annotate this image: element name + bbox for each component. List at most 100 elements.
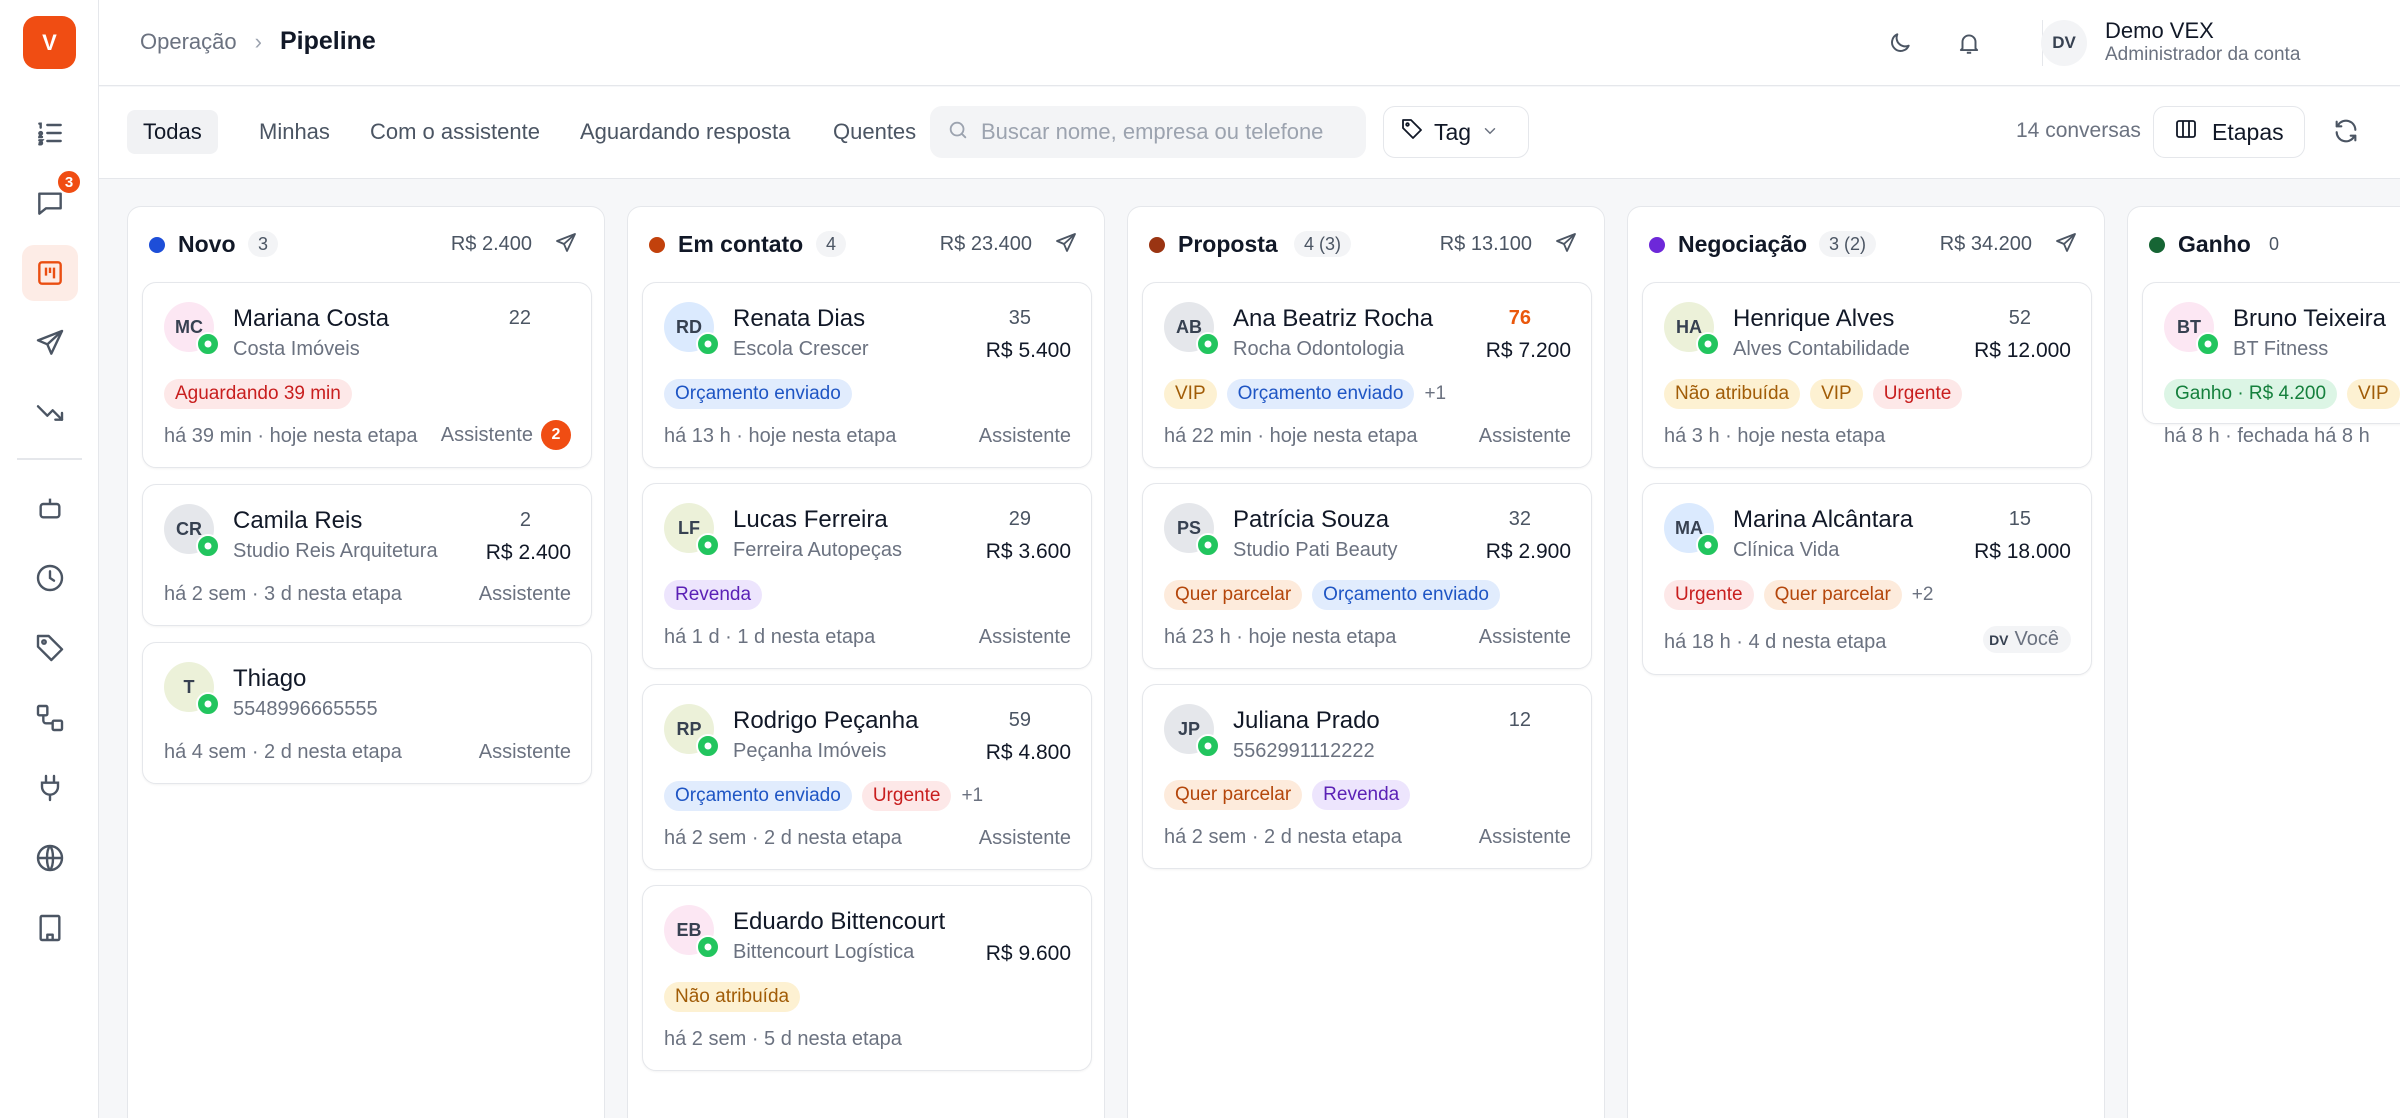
filter-toolbar: Todas Minhas Com o assistente Aguardando…	[99, 87, 2400, 179]
refresh-icon[interactable]	[2332, 117, 2360, 150]
more-tags-count[interactable]: +1	[961, 785, 983, 807]
lead-card[interactable]: EB Eduardo Bittencourt Bittencourt Logís…	[642, 885, 1092, 1071]
nav-pipeline-icon[interactable]	[22, 245, 78, 301]
column-header: Em contato 4 R$ 23.400	[628, 207, 1104, 277]
contact-phone: 5562991112222	[1233, 740, 1375, 762]
tag-filter-label: Tag	[1434, 118, 1472, 145]
tag-list: Quer parcelar Revenda	[1164, 780, 1411, 810]
user-role: Administrador da conta	[2105, 44, 2301, 65]
column-title: Proposta	[1178, 231, 1278, 257]
tab-todas[interactable]: Todas	[127, 110, 218, 154]
nav-plug-icon[interactable]	[22, 760, 78, 816]
stages-button[interactable]: Etapas	[2153, 106, 2305, 158]
contact-name: Lucas Ferreira	[733, 506, 888, 533]
stage-column-proposta: Proposta 4 (3) R$ 13.100 AB Ana Beatriz …	[1127, 206, 1605, 1118]
top-header: Operação › Pipeline DV Demo VEX Administ…	[99, 0, 2400, 86]
lead-card[interactable]: BT Bruno Teixeira BT Fitness Ganho · R$ …	[2142, 282, 2400, 447]
sidebar-divider	[17, 458, 82, 460]
card-footer: há 2 sem · 2 d nesta etapa	[664, 827, 902, 849]
tag-list: Orçamento enviado	[664, 379, 852, 409]
contact-name: Bruno Teixeira	[2233, 305, 2386, 332]
avatar: LF	[664, 503, 720, 557]
lead-card[interactable]: PS Patrícia Souza Studio Pati Beauty 32 …	[1142, 483, 1592, 669]
nav-chat-icon[interactable]: 3	[22, 169, 82, 231]
breadcrumb: Operação › Pipeline	[140, 27, 376, 56]
nav-tag-icon[interactable]	[22, 620, 78, 676]
contact-name: Camila Reis	[233, 507, 363, 534]
more-tags-count[interactable]: +1	[1424, 383, 1446, 405]
card-owner: DV Você	[1983, 626, 2071, 653]
nav-workflow-icon[interactable]	[22, 690, 78, 746]
nav-building-icon[interactable]	[22, 900, 78, 956]
lead-card[interactable]: RP Rodrigo Peçanha Peçanha Imóveis 59 R$…	[642, 684, 1092, 870]
nav-trend-icon[interactable]	[22, 385, 78, 441]
user-name[interactable]: Demo VEX	[2105, 18, 2214, 44]
tag-list: Não atribuída VIP Urgente	[1664, 379, 1963, 409]
whatsapp-icon	[1696, 533, 1720, 557]
pipeline-board: Novo 3 R$ 2.400 MC Mariana Costa Costa I…	[99, 180, 2400, 1118]
card-footer: há 3 h · hoje nesta etapa	[1664, 425, 1886, 447]
tag-filter-button[interactable]: Tag	[1383, 106, 1529, 158]
contact-name: Patrícia Souza	[1233, 506, 1390, 533]
lead-card[interactable]: AB Ana Beatriz Rocha Rocha Odontologia 7…	[1142, 282, 1592, 468]
contact-company: Studio Reis Arquitetura	[233, 540, 438, 562]
tag-list: Revenda	[664, 580, 763, 610]
moon-icon[interactable]	[1883, 26, 1917, 60]
lead-score: 35	[1008, 307, 1031, 329]
lead-card[interactable]: MA Marina Alcântara Clínica Vida 15 R$ 1…	[1642, 483, 2092, 675]
lead-card[interactable]: MC Mariana Costa Costa Imóveis 22 Aguard…	[142, 282, 592, 468]
bell-icon[interactable]	[1952, 26, 1986, 60]
tag-chip: Urgente	[1664, 580, 1754, 610]
lead-card[interactable]: T Thiago 5548996665555 há 4 sem · 2 d ne…	[142, 642, 592, 784]
contact-company: Rocha Odontologia	[1233, 338, 1405, 360]
avatar: JP	[1164, 704, 1220, 758]
tab-quentes[interactable]: Quentes	[817, 110, 932, 154]
nav-globe-icon[interactable]	[22, 830, 78, 886]
nav-bot-icon[interactable]	[22, 480, 78, 536]
whatsapp-icon	[696, 935, 720, 959]
column-header: Proposta 4 (3) R$ 13.100	[1128, 207, 1604, 277]
tag-chip: Urgente	[1872, 379, 1963, 409]
column-title: Novo	[178, 231, 236, 257]
column-count: 3 (2)	[1819, 231, 1877, 257]
lead-card[interactable]: HA Henrique Alves Alves Contabilidade 52…	[1642, 282, 2092, 468]
contact-name: Renata Dias	[733, 305, 866, 332]
tag-chip: Orçamento enviado	[664, 379, 852, 409]
lead-card[interactable]: RD Renata Dias Escola Crescer 35 R$ 5.40…	[642, 282, 1092, 468]
tag-chip: Aguardando 39 min	[164, 379, 352, 409]
search-input[interactable]	[981, 119, 1361, 145]
tab-com-assistente[interactable]: Com o assistente	[354, 110, 556, 154]
card-owner: Assistente	[478, 741, 571, 763]
breadcrumb-parent[interactable]: Operação	[140, 29, 237, 55]
card-footer: há 39 min · hoje nesta etapa	[164, 425, 418, 447]
whatsapp-icon	[1696, 332, 1720, 356]
nav-clock-icon[interactable]	[22, 550, 78, 606]
lead-score: 2	[519, 509, 531, 531]
lead-card[interactable]: CR Camila Reis Studio Reis Arquitetura 2…	[142, 484, 592, 626]
nav-send-icon[interactable]	[22, 315, 78, 371]
contact-company: Clínica Vida	[1733, 539, 1840, 561]
send-icon[interactable]	[554, 231, 578, 260]
column-count: 4	[816, 231, 847, 257]
deal-value: R$ 7.200	[1485, 339, 1571, 362]
send-icon[interactable]	[1054, 231, 1078, 260]
card-owner: Assistente	[1478, 626, 1571, 648]
app-logo[interactable]: V	[23, 16, 76, 69]
whatsapp-icon	[2196, 332, 2220, 356]
send-icon[interactable]	[2054, 231, 2078, 260]
avatar: PS	[1164, 503, 1220, 557]
tag-list: Orçamento enviado Urgente +1	[664, 781, 983, 811]
card-owner: Assistente	[978, 626, 1071, 648]
lead-card[interactable]: JP Juliana Prado 5562991112222 12 Quer p…	[1142, 684, 1592, 869]
tab-minhas[interactable]: Minhas	[243, 110, 346, 154]
tag-chip: VIP	[1810, 379, 1863, 409]
more-tags-count[interactable]: +2	[1912, 584, 1934, 606]
deal-value: R$ 4.800	[985, 741, 1071, 764]
user-avatar[interactable]: DV	[2041, 20, 2087, 66]
nav-list-icon[interactable]	[22, 105, 78, 161]
lead-card[interactable]: LF Lucas Ferreira Ferreira Autopeças 29 …	[642, 483, 1092, 669]
stage-color-dot	[1649, 237, 1665, 253]
send-icon[interactable]	[1554, 231, 1578, 260]
card-footer: há 18 h · 4 d nesta etapa	[1664, 631, 1887, 653]
tab-aguardando-resposta[interactable]: Aguardando resposta	[564, 110, 806, 154]
